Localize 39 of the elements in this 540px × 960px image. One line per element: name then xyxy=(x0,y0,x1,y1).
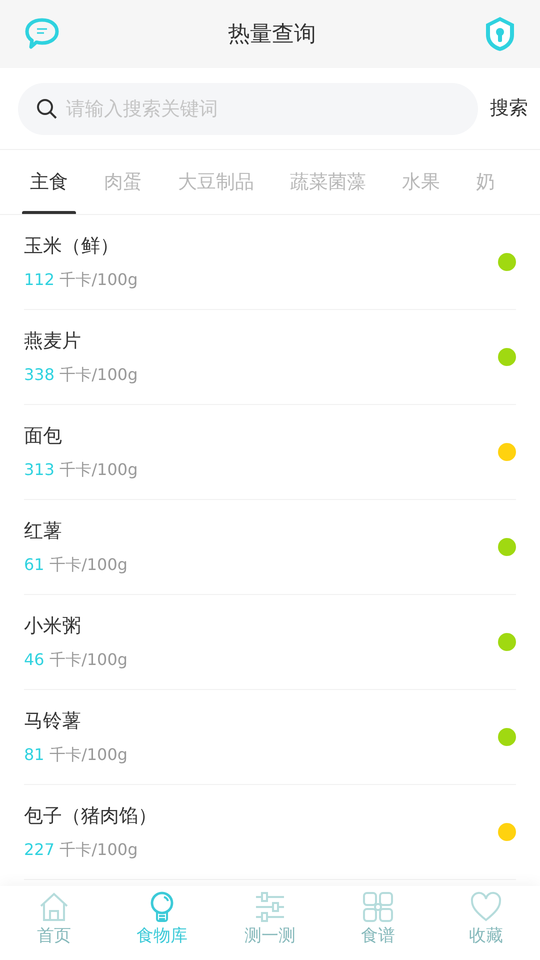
category-tab[interactable]: 水果 xyxy=(394,150,448,214)
food-name: 红薯 xyxy=(24,518,63,544)
calorie-text: 338 千卡/100g xyxy=(24,364,139,386)
food-item[interactable]: 小米粥 46 千卡/100g xyxy=(24,595,516,690)
food-name: 马铃薯 xyxy=(24,708,82,734)
food-name: 小米粥 xyxy=(24,614,82,639)
category-tab[interactable]: 奶 xyxy=(468,150,503,214)
food-name: 燕麦片 xyxy=(24,328,82,354)
heart-icon xyxy=(469,890,503,924)
food-name: 包子（猪肉馅） xyxy=(24,804,158,829)
calorie-text: 46 千卡/100g xyxy=(24,649,129,672)
food-item[interactable]: 燕麦片 338 千卡/100g xyxy=(24,310,516,405)
calorie-text: 81 千卡/100g xyxy=(24,744,129,766)
nav-tab[interactable]: 食谱 xyxy=(324,886,432,960)
calorie-text: 313 千卡/100g xyxy=(24,459,139,482)
nav-tab[interactable]: 食物库 xyxy=(108,886,216,960)
grid-icon xyxy=(361,890,395,924)
nav-tab[interactable]: 收藏 xyxy=(432,886,540,960)
calorie-text: 112 千卡/100g xyxy=(24,269,139,292)
food-item[interactable]: 包子（猪肉馅） 227 千卡/100g xyxy=(24,785,516,880)
food-item[interactable]: 红薯 61 千卡/100g xyxy=(24,500,516,595)
nav-tab[interactable]: 测一测 xyxy=(216,886,324,960)
food-name: 玉米（鲜） xyxy=(24,234,120,259)
page-title: 热量查询 xyxy=(228,20,316,48)
calorie-text: 61 千卡/100g xyxy=(24,554,129,576)
food-item[interactable]: 马铃薯 81 千卡/100g xyxy=(24,690,516,785)
chat-icon[interactable] xyxy=(24,17,60,51)
category-tab[interactable]: 大豆制品 xyxy=(170,150,262,214)
food-item[interactable]: 玉米（鲜） 112 千卡/100g xyxy=(24,215,516,310)
category-tab[interactable]: 蔬菜菌藻 xyxy=(282,150,374,214)
calorie-text: 227 千卡/100g xyxy=(24,839,139,862)
food-name: 面包 xyxy=(24,424,63,449)
search-button[interactable]: 搜索 xyxy=(478,94,528,123)
category-tab[interactable]: 主食 xyxy=(22,150,76,214)
sliders-icon xyxy=(253,890,287,924)
shield-lock-icon[interactable] xyxy=(484,16,516,52)
food-item[interactable]: 面包 313 千卡/100g xyxy=(24,405,516,500)
category-tab[interactable]: 肉蛋 xyxy=(96,150,150,214)
nav-tab[interactable]: 首页 xyxy=(0,886,108,960)
